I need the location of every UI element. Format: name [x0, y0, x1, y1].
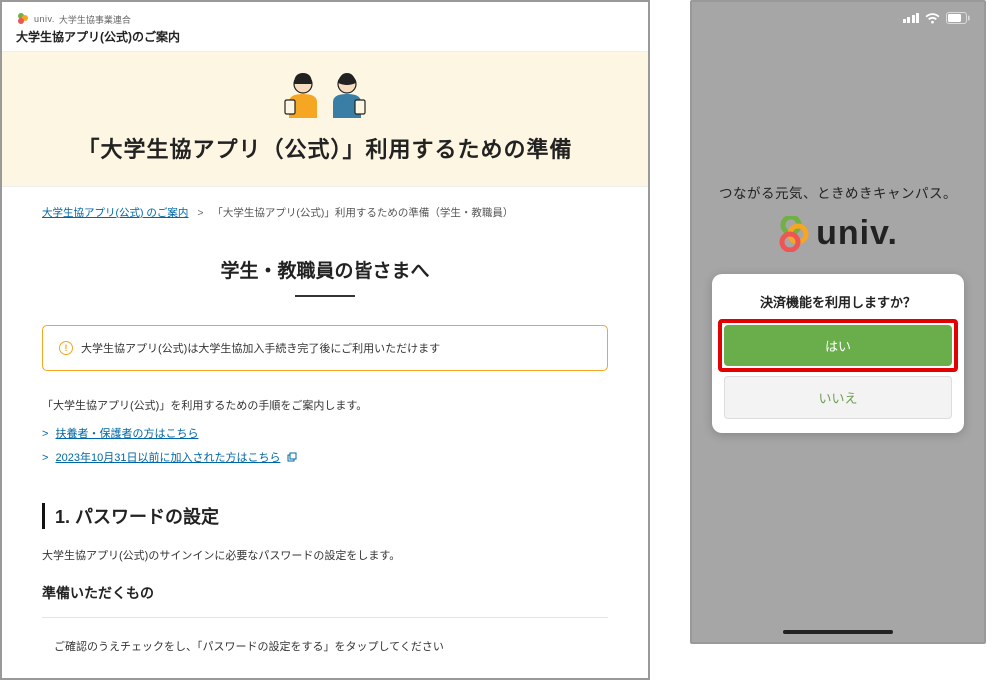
prep-subheading: 準備いただくもの [42, 583, 608, 603]
battery-icon [946, 12, 970, 24]
phone-screen: つながる元気、ときめきキャンパス。 univ. 決済機能を利用しますか？ はい … [690, 0, 986, 644]
wifi-icon [925, 13, 940, 24]
page-header: univ. 大学生協事業連合 大学生協アプリ(公式)のご案内 [2, 2, 648, 51]
cellular-signal-icon [903, 13, 920, 23]
alert-box: ! 大学生協アプリ(公式)は大学生協加入手続き完了後にご利用いただけます [42, 325, 608, 371]
link-row-1: > 扶養者・保護者の方はこちら [42, 425, 608, 441]
external-link-icon [287, 452, 297, 464]
divider [42, 617, 608, 618]
header-title: 大学生協アプリ(公式)のご案内 [16, 28, 634, 45]
chevron-right-icon: > [42, 452, 48, 464]
logo-block: univ. 大学生協事業連合 [16, 12, 634, 26]
home-indicator[interactable] [783, 630, 893, 634]
breadcrumb-separator: > [197, 207, 203, 219]
univ-logo-icon [16, 12, 30, 26]
alert-text: 大学生協アプリ(公式)は大学生協加入手続き完了後にご利用いただけます [81, 340, 440, 356]
webpage-panel: univ. 大学生協事業連合 大学生協アプリ(公式)のご案内 [0, 0, 650, 680]
instruction-text: ご確認のうえチェックをし、「パスワードの設定をする」をタップしてください [42, 638, 608, 654]
hero-illustration [283, 70, 367, 118]
splash-logo: univ. [778, 214, 898, 253]
link-prior-member[interactable]: 2023年10月31日以前に加入された方はこちら [56, 452, 281, 464]
section-1-desc: 大学生協アプリ(公式)のサインインに必要なパスワードの設定をします。 [42, 547, 608, 563]
breadcrumb-current: 「大学生協アプリ(公式)」利用するための準備（学生・教職員） [212, 207, 513, 219]
univ-logo-icon [778, 216, 810, 252]
breadcrumb: 大学生協アプリ(公式) のご案内 > 「大学生協アプリ(公式)」利用するための準… [42, 205, 608, 220]
header-subtext: 大学生協事業連合 [59, 13, 131, 26]
hero-title: 「大学生協アプリ（公式）」利用するための準備 [2, 132, 648, 164]
splash-tagline: つながる元気、ときめきキャンパス。 [692, 182, 984, 202]
chevron-right-icon: > [42, 428, 48, 440]
link-row-2: > 2023年10月31日以前に加入された方はこちら [42, 449, 608, 465]
payment-dialog: 決済機能を利用しますか？ はい いいえ [712, 274, 964, 433]
logo-text: univ. [34, 14, 55, 24]
hero-banner: 「大学生協アプリ（公式）」利用するための準備 [2, 51, 648, 187]
subheading-rule [295, 295, 355, 297]
no-button[interactable]: いいえ [724, 376, 952, 419]
intro-description: 「大学生協アプリ(公式)」を利用するための手順をご案内します。 [42, 397, 608, 413]
section-1-heading: 1. パスワードの設定 [42, 503, 608, 529]
dialog-title: 決済機能を利用しますか？ [724, 292, 952, 311]
person-2-icon [327, 70, 367, 118]
status-bar [903, 12, 971, 24]
splash-logo-text: univ. [816, 214, 898, 253]
warning-icon: ! [59, 341, 73, 355]
main-content: 大学生協アプリ(公式) のご案内 > 「大学生協アプリ(公式)」利用するための準… [2, 187, 648, 678]
link-guardian[interactable]: 扶養者・保護者の方はこちら [56, 428, 199, 440]
person-1-icon [283, 70, 323, 118]
no-button-label: いいえ [818, 391, 857, 406]
yes-button-label: はい [825, 339, 851, 354]
splash-content: つながる元気、ときめきキャンパス。 univ. [692, 182, 984, 257]
yes-button[interactable]: はい [724, 325, 952, 366]
section-subheading: 学生・教職員の皆さまへ [42, 256, 608, 283]
breadcrumb-link[interactable]: 大学生協アプリ(公式) のご案内 [42, 207, 188, 219]
